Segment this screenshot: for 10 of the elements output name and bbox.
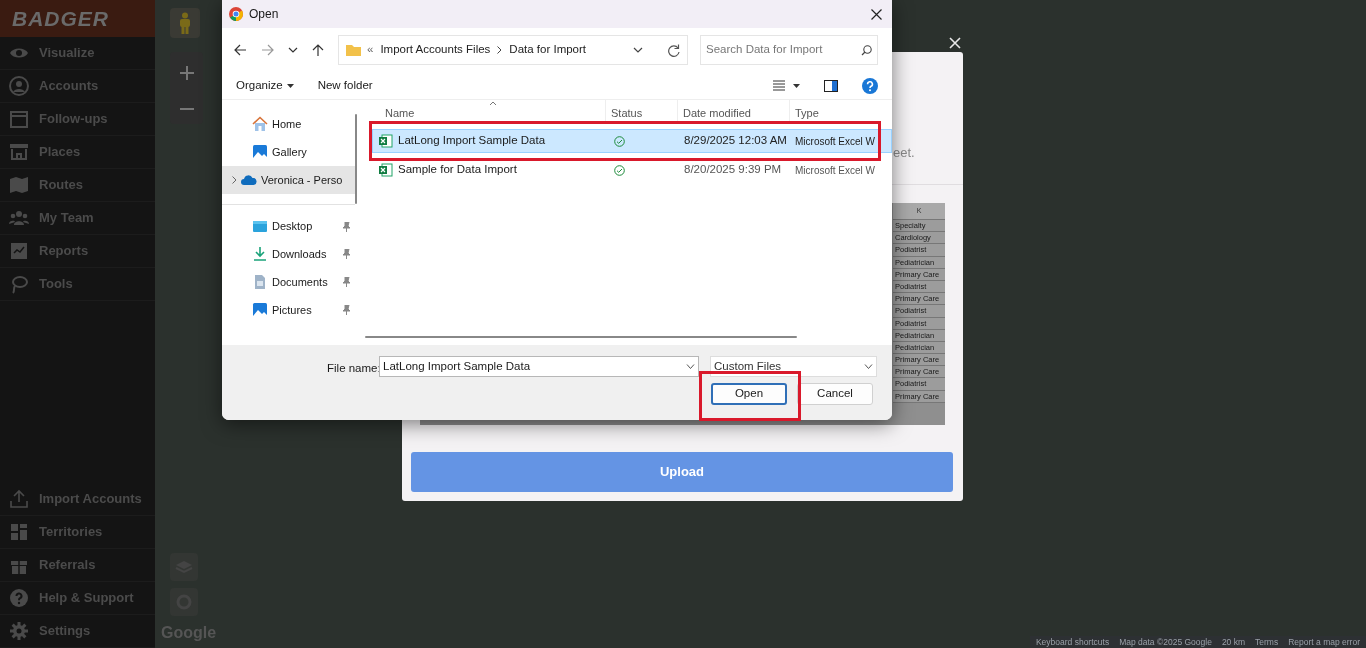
file-date: 8/20/2025 9:39 PM xyxy=(683,162,783,178)
file-name: Sample for Data Import xyxy=(398,162,517,178)
file-type-value: Custom Files xyxy=(714,358,783,374)
instruction-text: eet. xyxy=(893,144,915,162)
file-name: LatLong Import Sample Data xyxy=(398,133,546,149)
file-date: 8/29/2025 12:03 AM xyxy=(683,133,788,149)
file-type: Microsoft Excel W xyxy=(794,134,875,149)
dialog-title: Open xyxy=(249,6,279,23)
file-type: Microsoft Excel W xyxy=(794,163,875,178)
file-name-label: File name: xyxy=(327,361,381,376)
